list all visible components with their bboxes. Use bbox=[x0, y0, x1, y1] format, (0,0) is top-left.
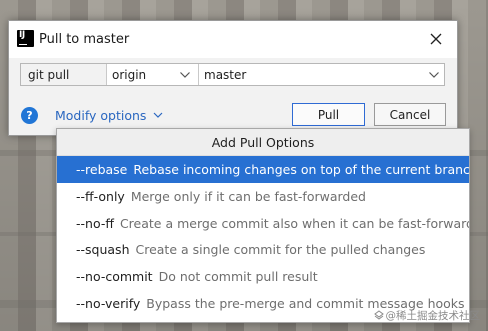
add-pull-options-popup: Add Pull Options --rebase Rebase incomin… bbox=[56, 128, 470, 323]
option-flag: --no-commit bbox=[76, 269, 153, 285]
option-description: Rebase incoming changes on top of the cu… bbox=[133, 162, 469, 177]
option-description: Create a single commit for the pulled ch… bbox=[135, 242, 426, 258]
remote-value: origin bbox=[112, 68, 147, 82]
option-no-commit[interactable]: --no-commit Do not commit pull result bbox=[57, 263, 469, 290]
option-description: Create a merge commit also when it can b… bbox=[119, 215, 469, 231]
chevron-down-icon[interactable] bbox=[428, 70, 440, 80]
pull-button[interactable]: Pull bbox=[292, 103, 365, 126]
option-flag: --ff-only bbox=[76, 188, 125, 204]
remote-select[interactable]: origin bbox=[107, 64, 199, 85]
option-flag: --rebase bbox=[76, 162, 128, 177]
option-flag: --no-verify bbox=[76, 295, 141, 311]
intellij-idea-icon: IJ bbox=[17, 30, 34, 47]
option-flag: --squash bbox=[76, 242, 130, 258]
option-ff-only[interactable]: --ff-only Merge only if it can be fast-f… bbox=[57, 183, 469, 210]
cancel-button[interactable]: Cancel bbox=[374, 103, 446, 126]
option-squash[interactable]: --squash Create a single commit for the … bbox=[57, 236, 469, 263]
option-no-ff[interactable]: --no-ff Create a merge commit also when … bbox=[57, 210, 469, 237]
option-description: Do not commit pull result bbox=[158, 269, 318, 285]
help-icon[interactable]: ? bbox=[21, 107, 38, 124]
popup-title: Add Pull Options bbox=[57, 129, 469, 156]
modify-options-link[interactable]: Modify options bbox=[55, 108, 163, 123]
branch-value: master bbox=[204, 68, 247, 82]
title-bar: IJ Pull to master bbox=[9, 21, 457, 58]
watermark-text: @稀土掘金技术社区 bbox=[385, 310, 481, 322]
chevron-down-icon[interactable] bbox=[179, 70, 191, 80]
chevron-down-icon bbox=[153, 112, 163, 118]
git-command-label: git pull bbox=[21, 64, 107, 85]
window-title: Pull to master bbox=[39, 32, 130, 47]
option-rebase[interactable]: --rebase Rebase incoming changes on top … bbox=[57, 156, 469, 183]
option-description: Merge only if it can be fast-forwarded bbox=[130, 188, 366, 204]
modify-options-label: Modify options bbox=[55, 108, 147, 123]
close-icon[interactable] bbox=[427, 30, 445, 48]
pull-command-row: git pull origin master bbox=[20, 63, 445, 86]
option-flag: --no-ff bbox=[76, 215, 114, 231]
juejin-logo-icon bbox=[373, 310, 384, 320]
pull-dialog: IJ Pull to master git pull origin master… bbox=[8, 20, 458, 136]
branch-select[interactable]: master bbox=[199, 64, 444, 85]
watermark: @稀土掘金技术社区 bbox=[373, 308, 481, 323]
